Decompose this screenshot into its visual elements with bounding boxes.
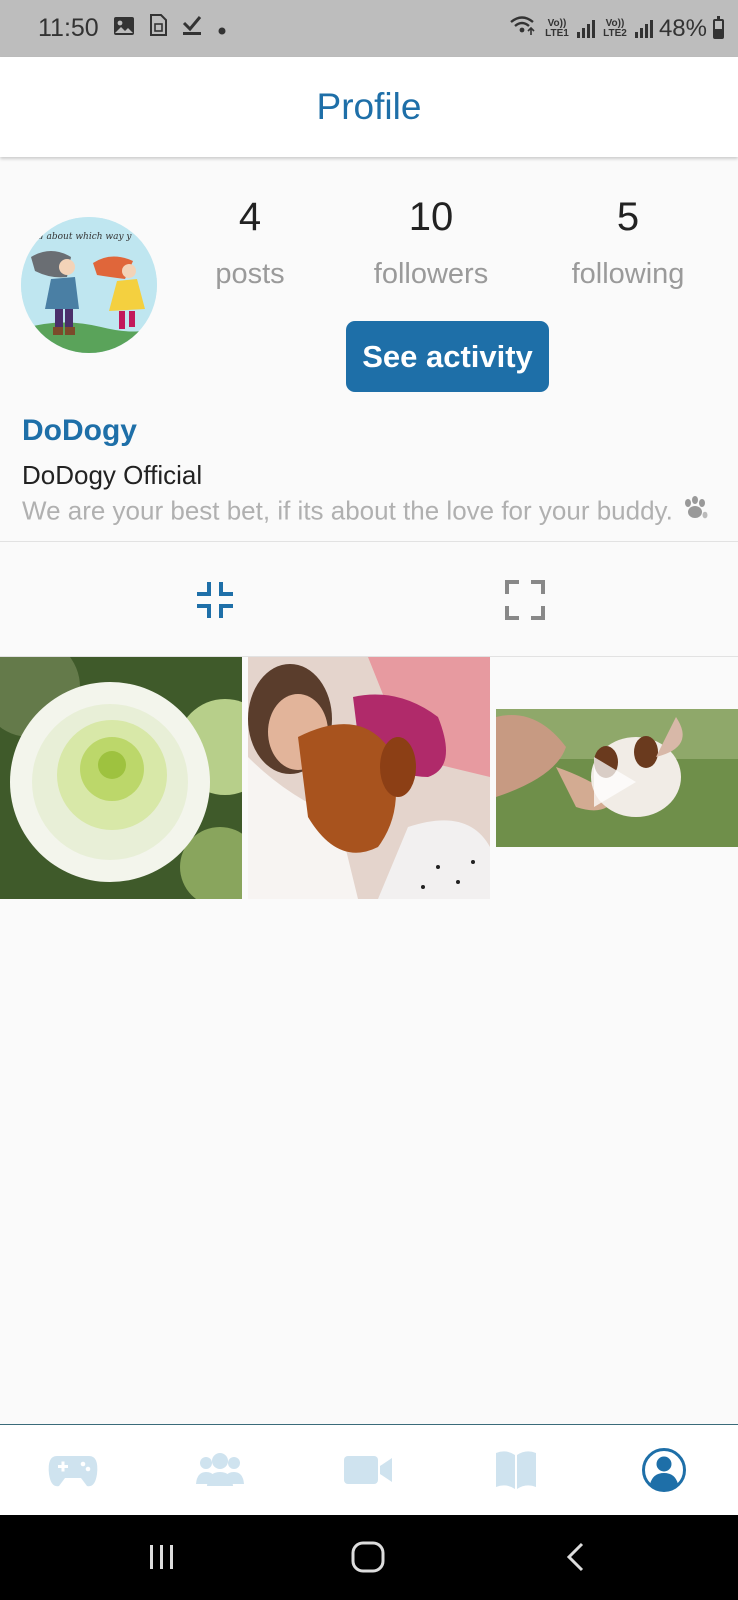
- signal-icon: [634, 19, 653, 38]
- profile-full-name: DoDogy Official: [22, 460, 203, 490]
- avatar[interactable]: ıd about which way y: [21, 217, 157, 353]
- profile-bio-text: We are your best bet, if its about the l…: [22, 495, 673, 526]
- stat-followers[interactable]: 10 followers: [336, 195, 526, 291]
- battery-icon: [713, 15, 724, 39]
- avatar-caption: ıd about which way y: [35, 232, 132, 242]
- home-button[interactable]: [343, 1537, 393, 1577]
- dot-icon: [217, 14, 227, 43]
- stat-followers-value: 10: [408, 195, 454, 239]
- back-button[interactable]: [550, 1537, 600, 1577]
- battery-percent: 48%: [658, 14, 707, 42]
- sim-card-icon: [149, 14, 167, 43]
- stat-posts-value: 4: [238, 195, 262, 239]
- post-thumbnail[interactable]: [248, 657, 490, 899]
- book-icon[interactable]: [488, 1445, 544, 1495]
- bottom-nav: [0, 1424, 738, 1515]
- status-time: 11:50: [38, 14, 99, 42]
- app-header: Profile: [0, 57, 738, 157]
- expand-icon[interactable]: [505, 580, 545, 620]
- profile-bio: We are your best bet, if its about the l…: [22, 495, 732, 530]
- sim2-label: Vo)) LTE2: [603, 17, 627, 39]
- gallery-icon: [113, 14, 135, 43]
- users-icon[interactable]: [192, 1445, 248, 1495]
- gamepad-icon[interactable]: [45, 1445, 101, 1495]
- see-activity-button[interactable]: See activity: [346, 321, 549, 392]
- paw-icon: [680, 495, 710, 530]
- post-thumbnail[interactable]: [0, 657, 242, 899]
- wifi-icon: [509, 14, 537, 43]
- stat-posts[interactable]: 4 posts: [155, 195, 345, 291]
- system-nav-bar: [0, 1515, 738, 1600]
- divider: [0, 541, 738, 542]
- stat-followers-label: followers: [373, 258, 489, 290]
- profile-username: DoDogy: [22, 414, 137, 447]
- video-camera-icon[interactable]: [340, 1445, 396, 1495]
- status-bar: 11:50 Vo)) LTE1 Vo)) LTE2 48%: [0, 0, 738, 57]
- page-title: Profile: [316, 86, 422, 127]
- post-thumbnail-video[interactable]: [496, 657, 738, 899]
- download-done-icon: [181, 14, 203, 43]
- profile-icon[interactable]: [636, 1445, 692, 1495]
- recent-apps-button[interactable]: [137, 1537, 187, 1577]
- sim1-label: Vo)) LTE1: [545, 17, 569, 39]
- compress-icon[interactable]: [195, 580, 235, 620]
- stat-following[interactable]: 5 following: [533, 195, 723, 291]
- signal-icon: [576, 19, 595, 38]
- stat-following-label: following: [571, 258, 685, 290]
- stat-following-value: 5: [616, 195, 640, 239]
- stat-posts-label: posts: [215, 258, 285, 290]
